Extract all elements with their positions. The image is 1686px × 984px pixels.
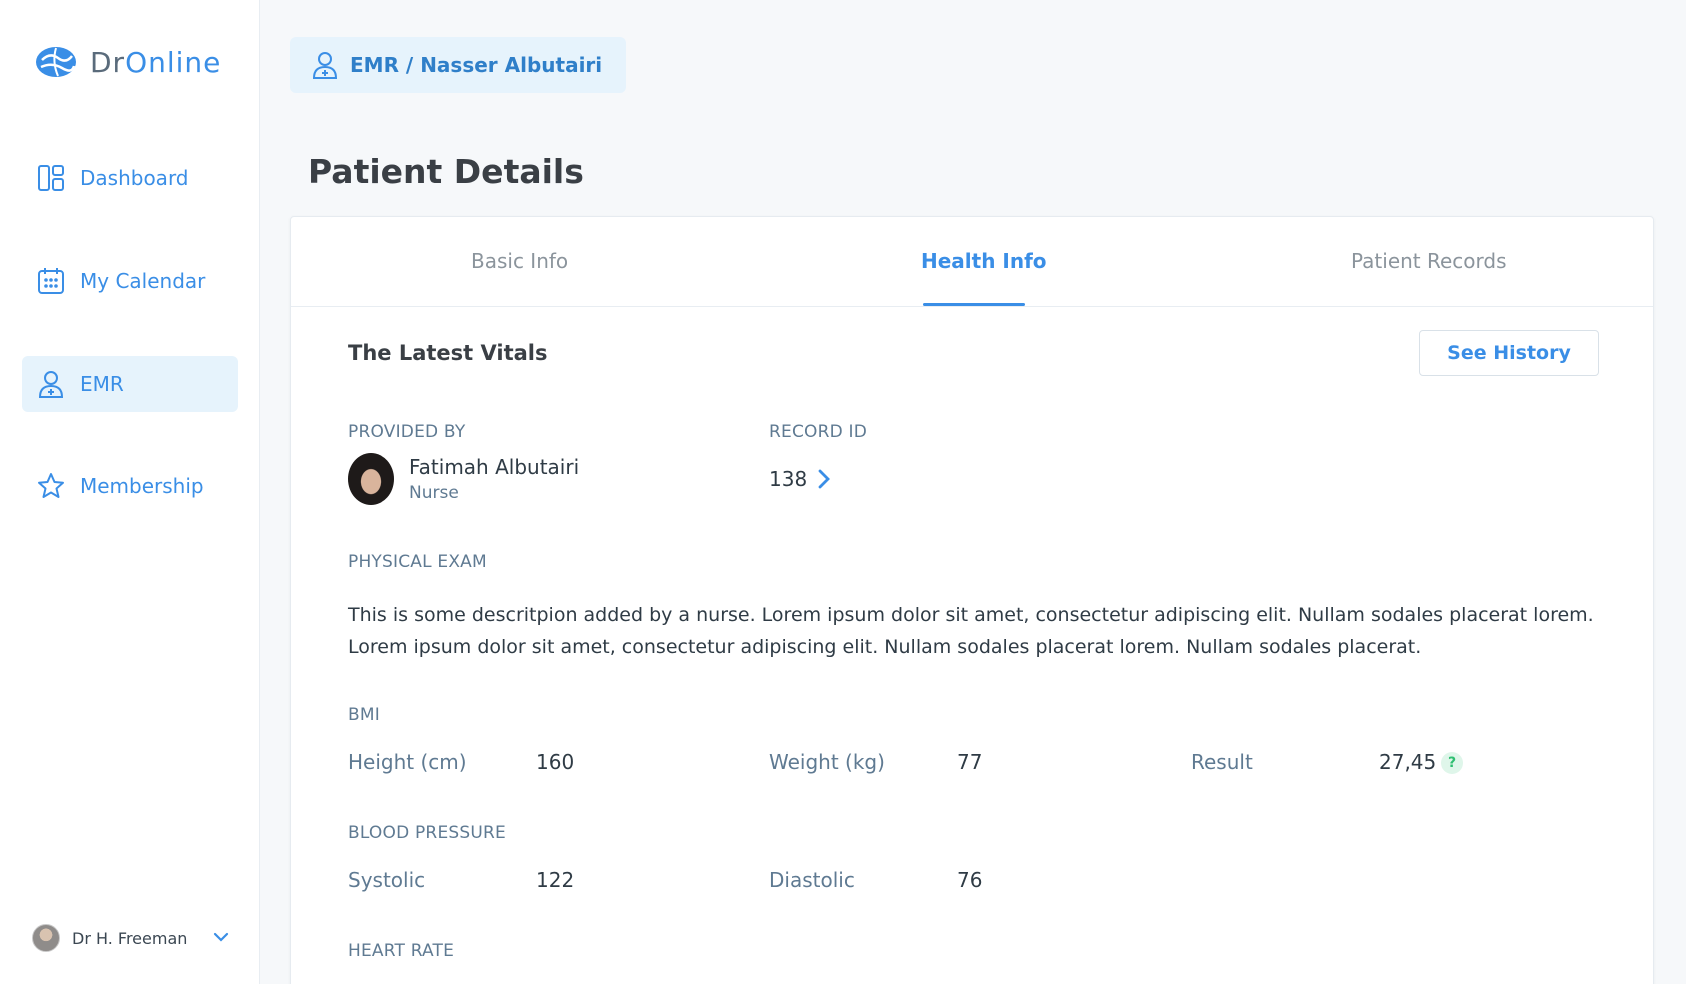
patient-icon — [312, 52, 338, 79]
sidebar-item-calendar[interactable]: My Calendar — [22, 253, 238, 309]
dashboard-icon — [38, 165, 64, 191]
breadcrumb[interactable]: EMR / Nasser Albutairi — [290, 37, 627, 93]
result-label: Result — [1191, 750, 1253, 774]
logo[interactable]: DrOnline — [32, 42, 221, 82]
systolic-label: Systolic — [348, 868, 426, 892]
user-menu[interactable]: Dr H. Freeman — [32, 924, 187, 952]
user-name: Dr H. Freeman — [72, 928, 188, 948]
record-id-link[interactable]: 138 — [769, 467, 831, 491]
tab-patient-records[interactable]: Patient Records — [1351, 249, 1507, 273]
bmi-label: BMI — [348, 705, 380, 725]
provider-role: Nurse — [409, 483, 459, 503]
logo-text: DrOnline — [90, 45, 222, 79]
weight-value: 77 — [957, 750, 983, 774]
diastolic-value: 76 — [957, 868, 983, 892]
tab-basic-info[interactable]: Basic Info — [471, 249, 568, 273]
blood-pressure-label: BLOOD PRESSURE — [348, 823, 506, 843]
record-id-value: 138 — [769, 467, 808, 491]
chevron-down-icon[interactable] — [212, 930, 230, 944]
star-icon — [38, 473, 64, 498]
calendar-icon — [38, 268, 64, 294]
patient-card: Basic Info Health Info Patient Records T… — [290, 216, 1654, 984]
vitals-heading: The Latest Vitals — [348, 341, 548, 365]
heart-rate-label: HEART RATE — [348, 941, 455, 961]
sidebar-item-label: EMR — [80, 372, 124, 396]
patient-icon — [38, 371, 64, 398]
height-value: 160 — [536, 750, 575, 774]
sidebar-item-membership[interactable]: Membership — [22, 458, 238, 514]
sidebar-item-label: My Calendar — [80, 269, 206, 293]
brain-logo-icon — [36, 47, 76, 77]
sidebar-item-dashboard[interactable]: Dashboard — [22, 150, 238, 206]
tab-bar: Basic Info Health Info Patient Records — [291, 217, 1653, 307]
physical-exam-text: This is some descritpion added by a nurs… — [348, 604, 1594, 658]
page-title: Patient Details — [308, 152, 584, 191]
breadcrumb-text: EMR / Nasser Albutairi — [350, 53, 603, 77]
weight-label: Weight (kg) — [769, 750, 885, 774]
result-value: 27,45 — [1379, 750, 1437, 774]
provider-avatar — [348, 453, 394, 505]
physical-exam-label: PHYSICAL EXAM — [348, 552, 487, 572]
record-id-label: RECORD ID — [769, 422, 868, 442]
active-tab-indicator — [923, 303, 1025, 306]
diastolic-label: Diastolic — [769, 868, 855, 892]
height-label: Height (cm) — [348, 750, 467, 774]
sidebar-item-label: Membership — [80, 474, 204, 498]
systolic-value: 122 — [536, 868, 575, 892]
provider-name: Fatimah Albutairi — [409, 455, 580, 479]
sidebar-item-emr[interactable]: EMR — [22, 356, 238, 412]
see-history-button[interactable]: See History — [1419, 330, 1599, 376]
help-icon[interactable]: ? — [1441, 752, 1463, 774]
chevron-right-icon — [818, 469, 831, 489]
tab-health-info[interactable]: Health Info — [921, 249, 1047, 273]
sidebar-item-label: Dashboard — [80, 166, 189, 190]
avatar — [32, 924, 60, 952]
provided-by-label: PROVIDED BY — [348, 422, 466, 442]
sidebar: DrOnline Dashboard My Calendar EMR Membe… — [0, 0, 260, 984]
